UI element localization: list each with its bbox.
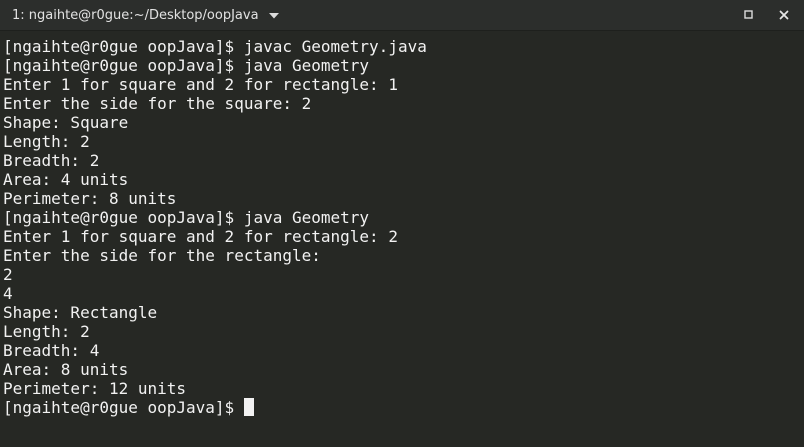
- terminal-line: Breadth: 4: [3, 341, 100, 360]
- terminal-line: [ngaihte@r0gue oopJava]$ java Geometry: [3, 208, 370, 227]
- terminal-line: Shape: Rectangle: [3, 303, 158, 322]
- maximize-icon: [744, 7, 754, 25]
- terminal-line: [ngaihte@r0gue oopJava]$ javac Geometry.…: [3, 37, 427, 56]
- terminal-line: Length: 2: [3, 132, 90, 151]
- title-bar: 1: ngaihte@r0gue:~/Desktop/oopJava: [0, 0, 804, 31]
- chevron-down-icon[interactable]: [267, 9, 281, 23]
- terminal-line: Perimeter: 12 units: [3, 379, 187, 398]
- terminal-line: Length: 2: [3, 322, 90, 341]
- terminal-line: 4: [3, 284, 13, 303]
- shell-prompt: [ngaihte@r0gue oopJava]$: [3, 398, 244, 417]
- terminal-line: Shape: Square: [3, 113, 129, 132]
- terminal-line: Area: 4 units: [3, 170, 129, 189]
- terminal-tab[interactable]: 1: ngaihte@r0gue:~/Desktop/oopJava: [0, 0, 289, 31]
- terminal-line: Enter 1 for square and 2 for rectangle: …: [3, 75, 398, 94]
- terminal-line: Area: 8 units: [3, 360, 129, 379]
- terminal-line: 2: [3, 265, 13, 284]
- terminal-window: 1: ngaihte@r0gue:~/Desktop/oopJava [ngai…: [0, 0, 804, 447]
- maximize-button[interactable]: [740, 7, 758, 25]
- tab-title: 1: ngaihte@r0gue:~/Desktop/oopJava: [12, 8, 259, 23]
- terminal-line: [ngaihte@r0gue oopJava]$ java Geometry: [3, 56, 370, 75]
- terminal-line: Enter 1 for square and 2 for rectangle: …: [3, 227, 398, 246]
- text-cursor: [243, 398, 254, 416]
- close-button[interactable]: [775, 7, 793, 25]
- terminal-line: Breadth: 2: [3, 151, 100, 170]
- terminal-line: Perimeter: 8 units: [3, 189, 177, 208]
- terminal-line: Enter the side for the square: 2: [3, 94, 312, 113]
- terminal-line: Enter the side for the rectangle:: [3, 246, 321, 265]
- prompt-line[interactable]: [ngaihte@r0gue oopJava]$: [3, 398, 804, 417]
- close-icon: [779, 7, 789, 25]
- terminal-output[interactable]: [ngaihte@r0gue oopJava]$ javac Geometry.…: [0, 32, 804, 447]
